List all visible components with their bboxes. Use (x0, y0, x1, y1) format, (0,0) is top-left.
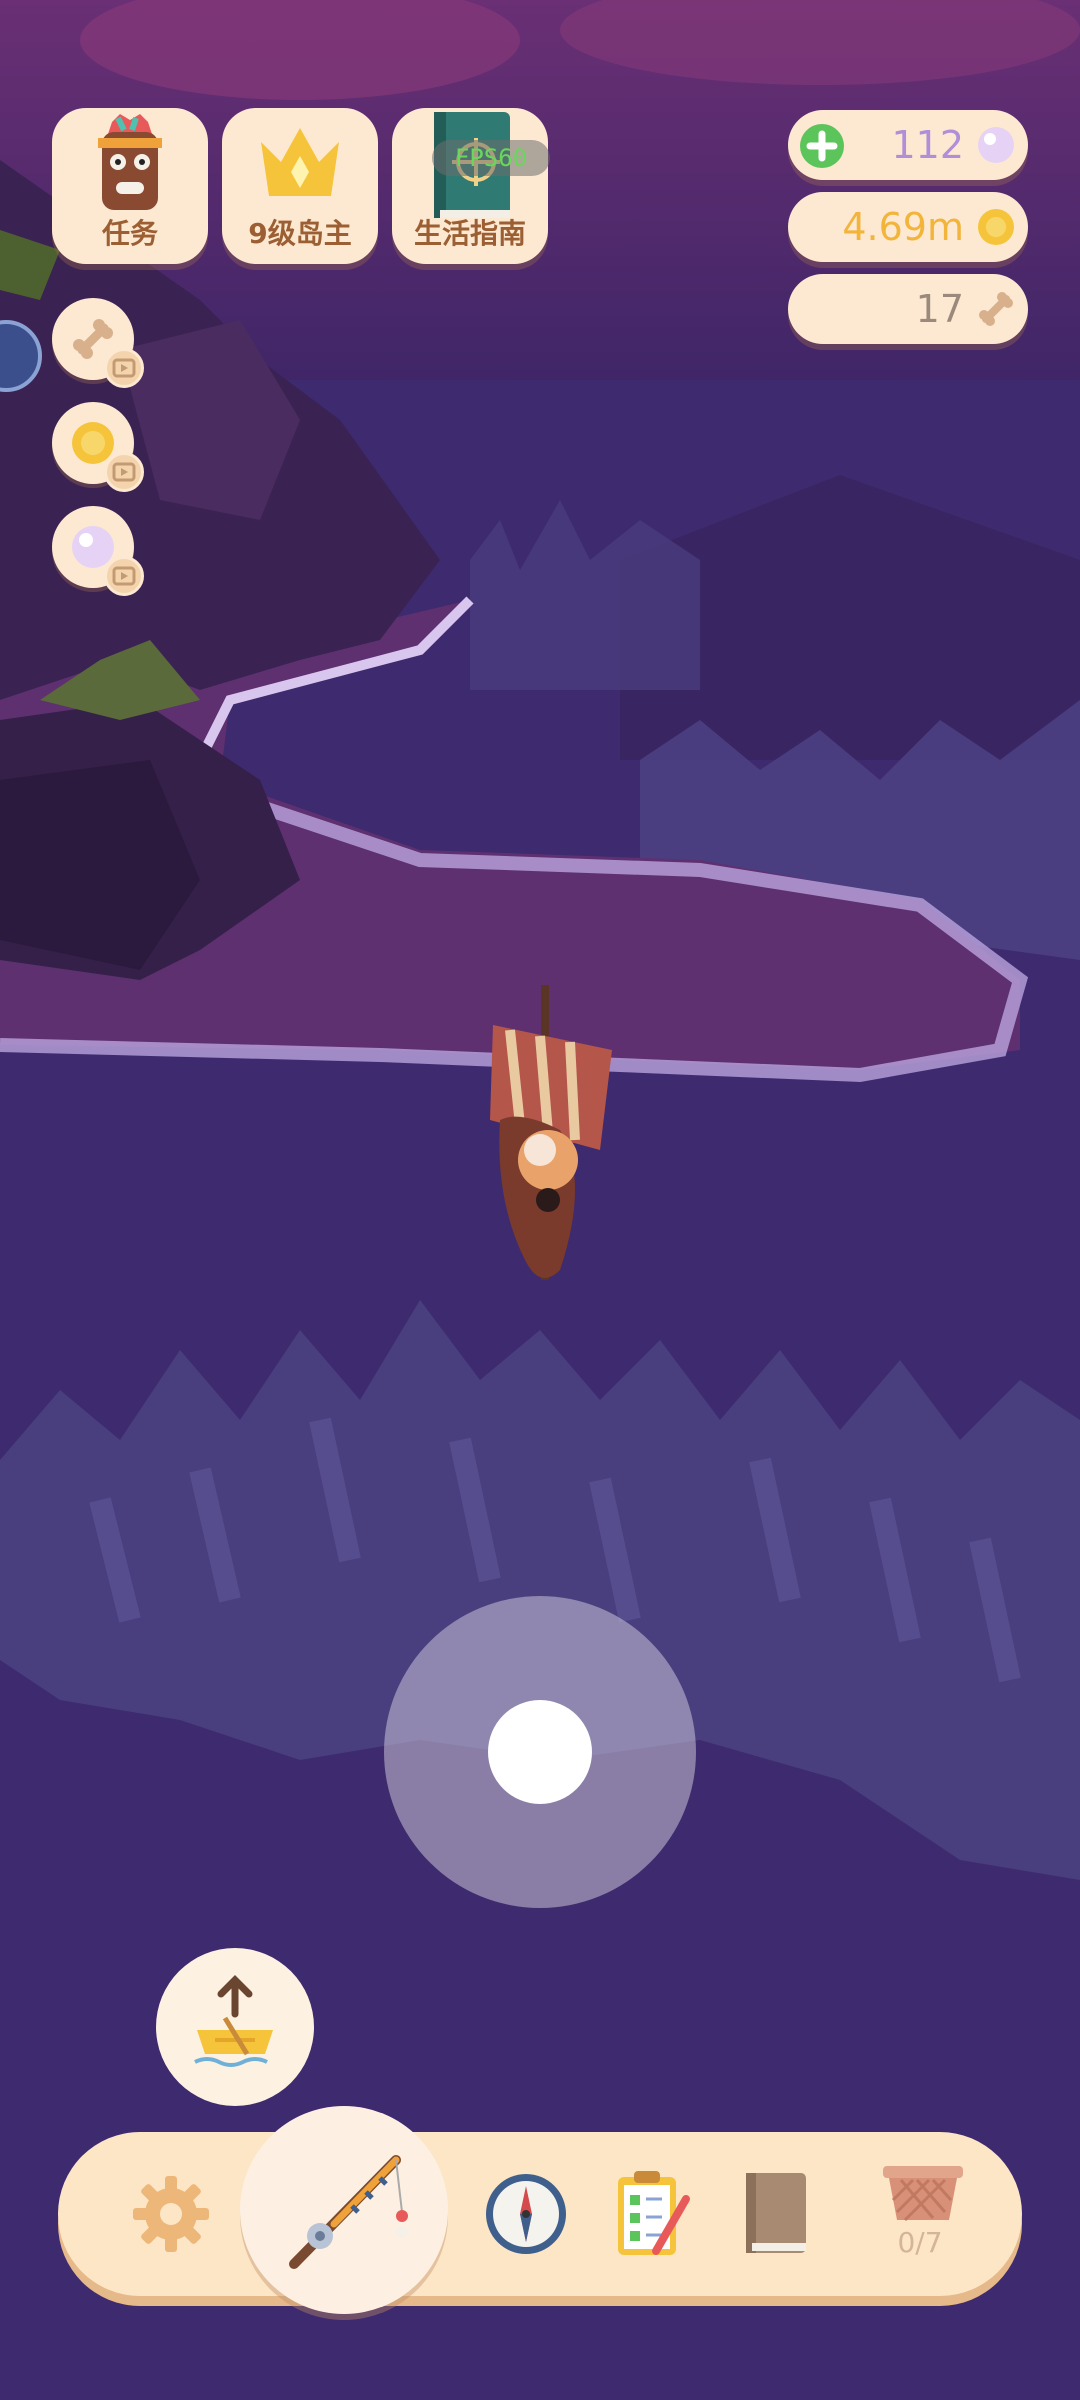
fishing-rod-icon (289, 2155, 408, 2269)
add-currency-button[interactable] (800, 124, 844, 168)
joystick-knob[interactable] (488, 1700, 592, 1804)
basket-icon (883, 2166, 963, 2222)
coin-icon (978, 209, 1014, 245)
free-pearls-video-button[interactable] (52, 506, 144, 596)
basket-count: 0/7 (897, 2226, 943, 2259)
pearl-counter: 112 (788, 110, 1028, 180)
book-icon (746, 2173, 806, 2253)
island-level-button[interactable]: 9级岛主 (222, 108, 378, 264)
launch-boat-button[interactable] (156, 1948, 314, 2106)
quest-checklist-button[interactable] (604, 2132, 700, 2296)
compass-button[interactable] (478, 2132, 574, 2296)
pearl-count: 112 (891, 123, 964, 167)
tiki-mask-icon (82, 114, 178, 218)
gear-icon (133, 2176, 209, 2252)
settings-button[interactable] (116, 2132, 226, 2296)
bottom-toolbar (58, 2132, 1022, 2296)
basket-button[interactable] (868, 2132, 978, 2296)
bone-counter: 17 (788, 274, 1028, 344)
video-ad-icon (104, 556, 144, 596)
bone-icon (979, 292, 1013, 326)
clipboard-icon (618, 2171, 690, 2255)
life-guide-button[interactable]: 生活指南 (392, 108, 548, 264)
crown-icon (255, 122, 345, 206)
bone-count: 17 (915, 287, 964, 331)
pearl-icon (978, 127, 1014, 163)
free-bones-video-button[interactable] (52, 298, 144, 388)
compass-icon (486, 2174, 566, 2254)
fishing-button[interactable] (240, 2106, 448, 2314)
video-ad-icon (104, 452, 144, 492)
tasks-label: 任务 (101, 217, 158, 250)
plus-icon (806, 130, 838, 162)
video-ad-icon (104, 348, 144, 388)
encyclopedia-button[interactable] (728, 2132, 824, 2296)
boat-up-icon (194, 1975, 273, 2067)
free-coins-video-button[interactable] (52, 402, 144, 492)
coin-count: 4.69m (842, 205, 964, 249)
island-level-label: 9级岛主 (248, 217, 352, 250)
movement-joystick[interactable] (384, 1596, 696, 1908)
coin-counter: 4.69m (788, 192, 1028, 262)
fps-counter: FPS60 (432, 140, 550, 176)
tasks-button[interactable]: 任务 (52, 108, 208, 264)
